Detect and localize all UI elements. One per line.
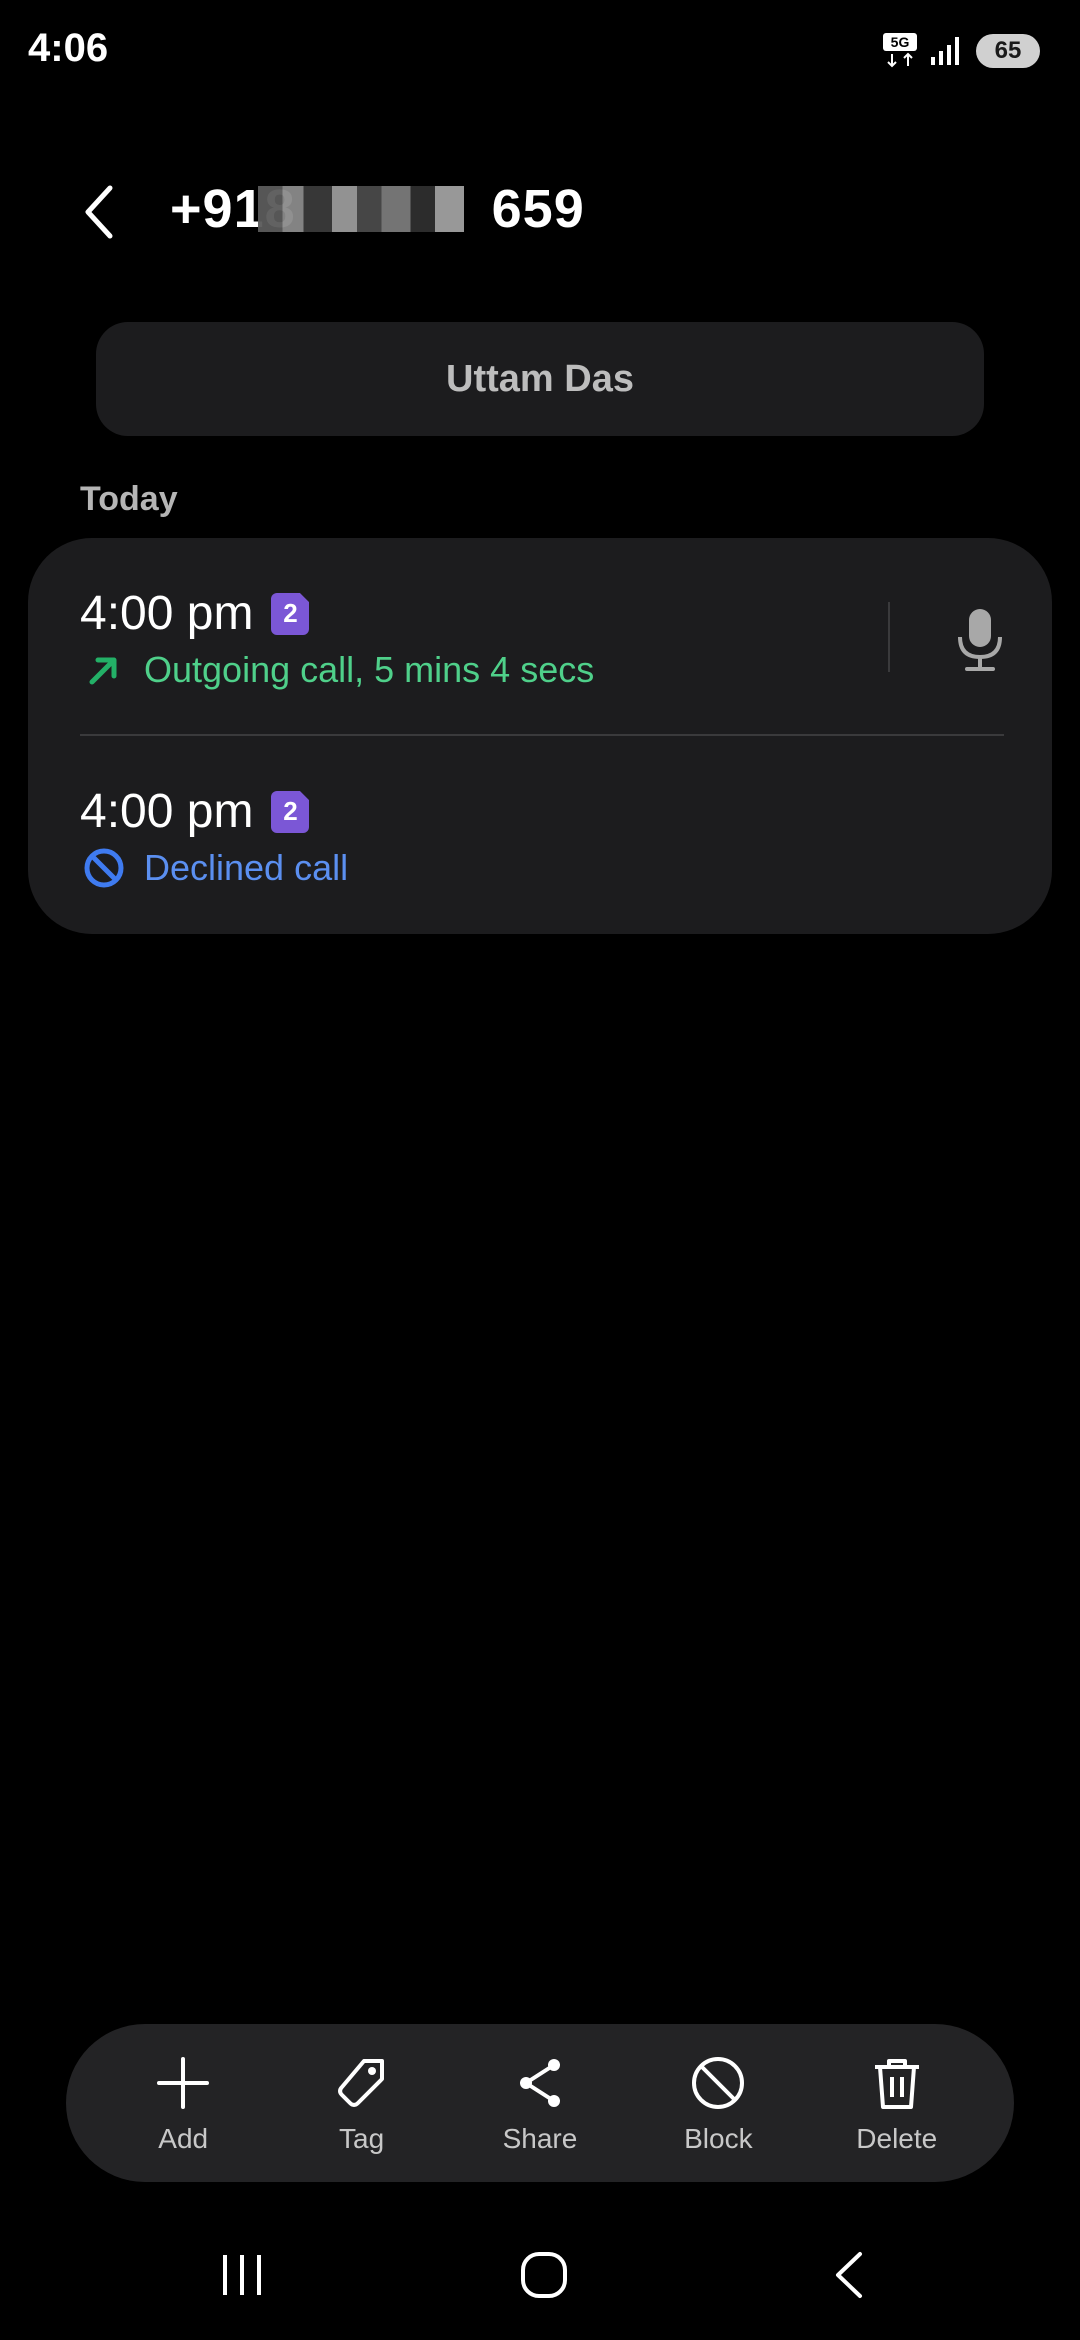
network-label: 5G xyxy=(891,34,910,50)
outgoing-arrow-icon xyxy=(80,646,128,694)
network-5g-icon: 5G xyxy=(882,32,918,70)
declined-icon xyxy=(80,844,128,892)
home-button[interactable] xyxy=(494,2240,594,2310)
call-log-entry[interactable]: 4:00 pm 2 Outgoing call, 5 mins 4 secs xyxy=(28,538,1052,736)
action-bar: Add Tag Share Block Delete xyxy=(66,2024,1014,2182)
call-log-card: 4:00 pm 2 Outgoing call, 5 mins 4 secs 4… xyxy=(28,538,1052,934)
status-bar: 4:06 5G 65 xyxy=(0,0,1080,100)
block-icon xyxy=(686,2051,750,2115)
recents-icon xyxy=(223,2255,261,2295)
action-label: Add xyxy=(158,2123,209,2154)
section-label-today: Today xyxy=(80,480,178,518)
back-button[interactable] xyxy=(60,172,140,252)
call-status-row: Outgoing call, 5 mins 4 secs xyxy=(80,646,594,694)
header: +918 659 xyxy=(0,150,1080,270)
phone-number-suffix: 659 xyxy=(491,179,585,239)
call-status-row: Declined call xyxy=(80,844,348,892)
contact-name-button[interactable]: Uttam Das xyxy=(96,322,984,436)
microphone-icon xyxy=(958,609,1002,671)
share-button[interactable]: Share xyxy=(460,2033,620,2173)
call-time-row: 4:00 pm 2 xyxy=(80,784,310,839)
call-status-text: Outgoing call, 5 mins 4 secs xyxy=(144,649,595,690)
status-indicators: 5G 65 xyxy=(882,30,1040,72)
call-time-row: 4:00 pm 2 xyxy=(80,586,310,641)
add-button[interactable]: Add xyxy=(103,2033,263,2173)
system-nav-bar xyxy=(0,2220,1080,2330)
delete-button[interactable]: Delete xyxy=(817,2033,977,2173)
call-log-entry[interactable]: 4:00 pm 2 Declined call xyxy=(28,736,1052,934)
tag-button[interactable]: Tag xyxy=(282,2033,442,2173)
tag-icon xyxy=(330,2051,394,2115)
action-label: Tag xyxy=(339,2123,385,2154)
redacted-digits xyxy=(258,186,464,232)
share-icon xyxy=(508,2051,572,2115)
action-label: Share xyxy=(502,2123,578,2154)
signal-strength-icon xyxy=(930,35,964,67)
call-time: 4:00 pm xyxy=(80,785,254,838)
back-icon xyxy=(836,2252,862,2298)
call-status-text: Declined call xyxy=(144,847,349,888)
nav-back-button[interactable] xyxy=(800,2240,900,2310)
action-label: Delete xyxy=(856,2123,938,2154)
sim-badge: 2 xyxy=(271,592,310,635)
block-button[interactable]: Block xyxy=(638,2033,798,2173)
sim-badge: 2 xyxy=(271,790,310,833)
battery-indicator: 65 xyxy=(976,34,1040,68)
vertical-divider xyxy=(888,602,890,672)
plus-icon xyxy=(151,2051,215,2115)
chevron-left-icon xyxy=(85,185,113,239)
trash-icon xyxy=(865,2051,929,2115)
home-icon xyxy=(521,2252,567,2298)
recents-button[interactable] xyxy=(192,2240,292,2310)
call-time: 4:00 pm xyxy=(80,587,254,640)
action-label: Block xyxy=(684,2123,753,2154)
recording-button[interactable] xyxy=(934,594,1026,686)
status-time: 4:06 xyxy=(28,26,109,70)
